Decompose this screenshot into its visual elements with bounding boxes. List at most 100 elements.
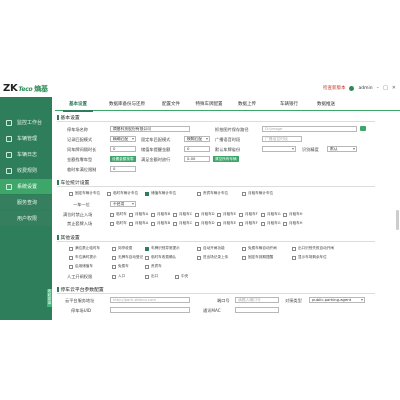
image-path-input[interactable]: D:\image [262,126,357,132]
broadcast-input[interactable]: 广播语音时段 [262,136,302,142]
folder-icon[interactable] [360,126,366,131]
clone-deny-check-temp[interactable]: 临时车 [110,221,127,226]
other-check-14[interactable]: 免费车 [112,264,129,269]
full-deny-check-f[interactable]: 月租车F [239,212,258,217]
full-deny-check-h[interactable]: 月租车H [283,212,302,217]
stats-check-stored[interactable]: 储值车辆计车位 [145,191,176,196]
full-deny-check-temp[interactable]: 临时车 [110,212,127,217]
set-change-button[interactable]: 设置金额找零 [110,156,136,162]
vertical-scrollbar[interactable] [396,210,399,230]
settings-content: 基本设置 停车场名称 熵基科技股份有限公司 抓拍图片保存路径 D:\image … [57,113,377,320]
logo-chinese: 熵基 [34,85,48,93]
clone-deny-check-a[interactable]: 月租车A [129,221,148,226]
manual-open-check-out[interactable]: 出口 [145,274,158,279]
logo-text: ZK [3,83,18,94]
manual-open-check-in[interactable]: 入口 [112,274,125,279]
cloud-server-label: 云平台服务地址 [65,298,95,303]
check-update-link[interactable]: 检查新版本 [323,85,346,91]
car-icon [6,135,12,142]
tab-db-backup[interactable]: 数据库备份与还原 [103,100,151,110]
close-button[interactable]: ✕ [392,85,396,91]
other-check-11[interactable]: 固定车到期提醒 [242,255,273,260]
clone-deny-check-c[interactable]: 月租车C [173,221,192,226]
cloud-mac-input[interactable] [235,307,279,313]
manual-open-label: 人工开闸权限 [67,274,93,279]
sidebar-collapse-toggle[interactable]: 收起菜单 [47,289,52,307]
sidebar-item-logs[interactable]: 车辆日志 [0,147,52,162]
tab-vehicle-bank[interactable]: 车辆银行 [275,100,303,110]
other-check-3[interactable]: 车牌识别异常提示 [145,246,180,251]
cloud-uid-input[interactable] [110,307,190,313]
sync-input[interactable]: 0 [110,146,136,152]
tab-data-upload[interactable]: 数据上传 [233,100,261,110]
minimize-button[interactable]: – [377,85,380,91]
company-input[interactable]: 熵基科技股份有限公司 [110,126,190,132]
full-deny-check-a[interactable]: 月租车A [129,212,148,217]
other-check-7[interactable]: 车位满时提示 [69,255,97,260]
clone-deny-check-b[interactable]: 月租车B [151,221,170,226]
other-check-8[interactable]: 无牌车自动登记 [112,255,143,260]
tab-config-file[interactable]: 配置文件 [157,100,185,110]
manual-open-check-center[interactable]: 中央 [175,274,188,279]
cloud-port-input[interactable]: 请输入端口号 [235,297,279,303]
recognize-select[interactable]: 默认 [327,146,357,152]
cloud-type-select[interactable]: public.parking.agent [309,297,365,303]
stored-reminder-input[interactable]: 0 [184,146,210,152]
clone-deny-label: 禁止套牌入场 [67,221,93,226]
money-icon [6,167,12,174]
stats-check-fixed[interactable]: 固定车辆计车位 [69,191,100,196]
other-check-5[interactable]: 免费车辆自动开闸 [242,246,277,251]
clone-deny-check-e[interactable]: 月租车E [217,221,236,226]
fixed-match-select[interactable]: 模糊匹配 [184,136,210,142]
default-province-select[interactable] [262,146,296,152]
one-car-one-slot-select[interactable]: 不启用 [110,201,136,207]
other-check-1[interactable]: 满位禁止临时车 [69,246,100,251]
full-deny-check-b[interactable]: 月租车B [151,212,170,217]
full-deny-check-c[interactable]: 月租车C [173,212,192,217]
full-deny-check-e[interactable]: 月租车E [217,212,236,217]
sidebar-item-label: 服务查询 [17,200,38,206]
gear-icon [6,183,12,190]
other-check-12[interactable]: 显示车场剩余车位 [292,255,327,260]
sidebar-item-vehicles[interactable]: 车辆管理 [0,131,52,146]
release-amount-input[interactable]: 0.00 [184,156,210,162]
other-check-13[interactable]: 启用储值车 [69,264,93,269]
full-deny-check-d[interactable]: 月租车D [195,212,215,217]
stats-check-temp[interactable]: 临时车辆计车位 [107,191,138,196]
sidebar-item-users[interactable]: 用户权限 [0,211,52,226]
stats-section-title: 车位统计设置 [57,179,89,186]
sync-label: 同车牌间隔时长 [67,147,97,152]
other-check-6[interactable]: 出口识别失败自动开闸 [292,246,334,251]
cloud-server-input[interactable]: http://park.zkteco.com [110,297,190,303]
tab-data-push[interactable]: 数据推送 [311,100,341,110]
record-mode-label: 记录匹配模式 [67,137,93,142]
sidebar-item-label: 系统设置 [17,184,38,190]
tab-basic[interactable]: 基本设置 [63,100,93,112]
clone-deny-check-f[interactable]: 月租车F [239,221,258,226]
other-check-15[interactable]: 贵宾车 [145,264,162,269]
cloud-type-label: 对接类型 [285,298,302,303]
clone-deny-check-g[interactable]: 月租车G [261,221,281,226]
settings-tabs: 基本设置 数据库备份与还原 配置文件 特殊车牌配置 数据上传 车辆银行 数据推送 [55,100,400,112]
clone-deny-check-h[interactable]: 月租车H [283,221,302,226]
clone-deny-check-d[interactable]: 月租车D [195,221,215,226]
other-check-2[interactable]: 岗亭收费 [112,246,132,251]
limit-input[interactable]: 0 [110,166,136,172]
full-deny-check-g[interactable]: 月租车G [261,212,281,217]
other-check-9[interactable]: 临时车收费确认 [145,255,176,260]
maximize-button[interactable]: □ [383,85,388,91]
sidebar-item-fees[interactable]: 收费规则 [0,163,52,178]
cloud-port-label: 端口号 [217,298,230,303]
stats-check-monthly[interactable]: 月租车辆计车位 [242,191,273,196]
tab-special-plate[interactable]: 特殊车牌配置 [189,100,229,110]
recognize-label: 识别精度 [302,147,319,152]
clear-vehicles-button[interactable]: 清空所有车辆 [213,156,239,162]
stats-check-vip[interactable]: 贵宾车辆计车位 [197,191,228,196]
record-mode-select[interactable]: 精确匹配 [110,136,136,142]
other-check-4[interactable]: 自动开闸功能 [197,246,225,251]
other-check-10[interactable]: 进出场记录上传 [197,255,228,260]
sidebar-item-settings[interactable]: 系统设置 [0,179,52,194]
sidebar-item-service[interactable]: 服务查询 [0,195,52,210]
sidebar-item-monitor[interactable]: 监控工作台 [0,115,52,130]
account-name[interactable]: admin [358,86,372,91]
